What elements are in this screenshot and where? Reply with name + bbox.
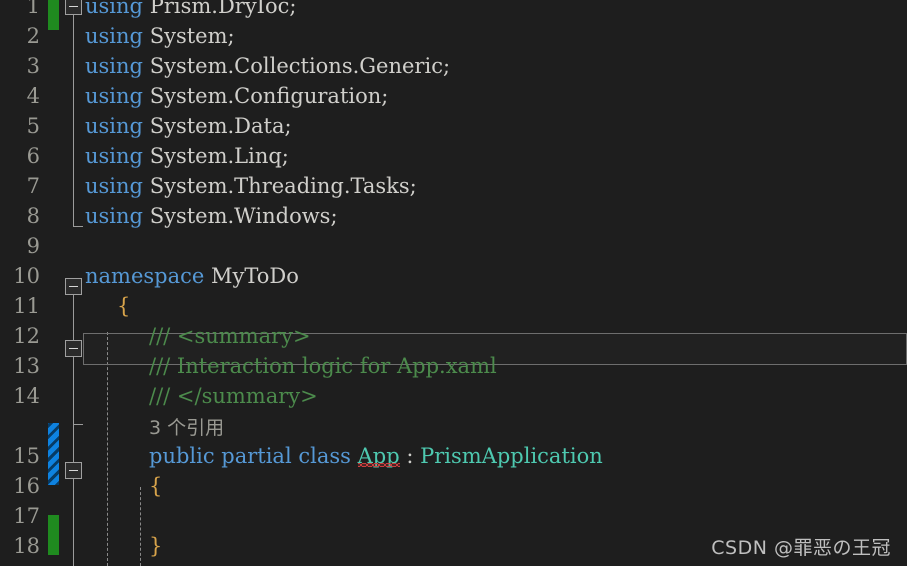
codelens-label: 3 个引用 [149,417,225,439]
namespace-reference: Prism.DryIoc; [149,0,297,18]
namespace-reference: System.Threading.Tasks; [149,174,417,198]
line-number: 18 [13,534,40,558]
line-number: 2 [26,24,40,48]
line-number: 8 [26,204,40,228]
code-line-7[interactable]: using System.Threading.Tasks; [85,171,417,201]
line-number: 9 [26,234,40,258]
code-line-12[interactable]: /// <summary> [149,321,311,351]
code-line-16[interactable]: { [149,471,162,501]
keyword-using: using [85,84,143,108]
keyword-using: using [85,114,143,138]
line-number: 13 [13,354,40,378]
code-line-15[interactable]: public partial class App : PrismApplicat… [149,441,603,471]
codelens-reference-count[interactable]: 3 个引用 [149,412,224,442]
code-line-5[interactable]: using System.Data; [85,111,292,141]
line-number: 14 [13,384,40,408]
indent-guide [140,487,141,566]
doc-comment-text: /// Interaction logic for App.xaml [149,354,497,378]
collapse-button-usings[interactable] [65,0,82,15]
outline-bracket-line [73,14,74,226]
code-line-11[interactable]: { [117,291,130,321]
line-number: 3 [26,54,40,78]
csdn-watermark: CSDN @罪恶の王冠 [711,537,891,559]
saved-change-bar [48,0,59,30]
line-number: 16 [13,474,40,498]
line-number: 7 [26,174,40,198]
namespace-name: MyToDo [211,264,299,288]
doc-comment-summary-open: /// <summary> [149,324,311,348]
open-brace-namespace: { [117,294,131,318]
code-line-4[interactable]: using System.Configuration; [85,81,388,111]
namespace-reference: System.Linq; [149,144,289,168]
keyword-using: using [85,54,143,78]
outline-bracket-foot [73,226,83,227]
code-line-14[interactable]: /// </summary> [149,381,318,411]
line-number: 17 [13,504,40,528]
code-line-2[interactable]: using System; [85,21,235,51]
outline-bracket-foot [73,424,83,425]
indent-guide [107,332,108,566]
namespace-reference: System.Windows; [149,204,338,228]
keyword-public-partial-class: public partial class [149,444,351,468]
code-editor-viewport[interactable]: 1 2 3 4 5 6 7 8 9 10 11 12 13 14 15 16 1… [0,0,907,566]
namespace-reference: System.Collections.Generic; [149,54,451,78]
type-name-app: App [357,444,400,468]
keyword-using: using [85,204,143,228]
collapse-button-docsummary[interactable] [65,340,82,357]
keyword-using: using [85,144,143,168]
namespace-reference: System.Data; [149,114,292,138]
keyword-namespace: namespace [85,264,205,288]
code-line-18[interactable]: } [149,531,162,561]
code-line-13[interactable]: /// Interaction logic for App.xaml [149,351,497,381]
line-number: 12 [13,324,40,348]
line-number: 4 [26,84,40,108]
line-number: 11 [13,294,40,318]
line-number: 15 [13,444,40,468]
line-number: 5 [26,114,40,138]
doc-comment-summary-close: /// </summary> [149,384,318,408]
code-line-8[interactable]: using System.Windows; [85,201,338,231]
outline-bracket-line [73,478,74,566]
saved-change-bar [48,515,59,555]
close-brace-class: } [149,534,163,558]
keyword-using: using [85,0,143,18]
code-line-3[interactable]: using System.Collections.Generic; [85,51,450,81]
collapse-button-class[interactable] [65,462,82,479]
keyword-using: using [85,174,143,198]
outline-bracket-line [73,358,74,424]
open-brace-class: { [149,474,163,498]
namespace-reference: System.Configuration; [149,84,389,108]
code-line-6[interactable]: using System.Linq; [85,141,289,171]
line-number: 6 [26,144,40,168]
base-type-prismapplication: PrismApplication [420,444,603,468]
line-number-gutter: 1 2 3 4 5 6 7 8 9 10 11 12 13 14 15 16 1… [0,0,46,566]
collapse-button-namespace[interactable] [65,278,82,295]
code-line-1[interactable]: using Prism.DryIoc; [85,0,296,21]
unsaved-change-bar [48,423,59,485]
code-line-10[interactable]: namespace MyToDo [85,261,299,291]
line-number: 10 [13,264,40,288]
keyword-using: using [85,24,143,48]
namespace-reference: System; [149,24,235,48]
line-number: 1 [26,0,40,18]
